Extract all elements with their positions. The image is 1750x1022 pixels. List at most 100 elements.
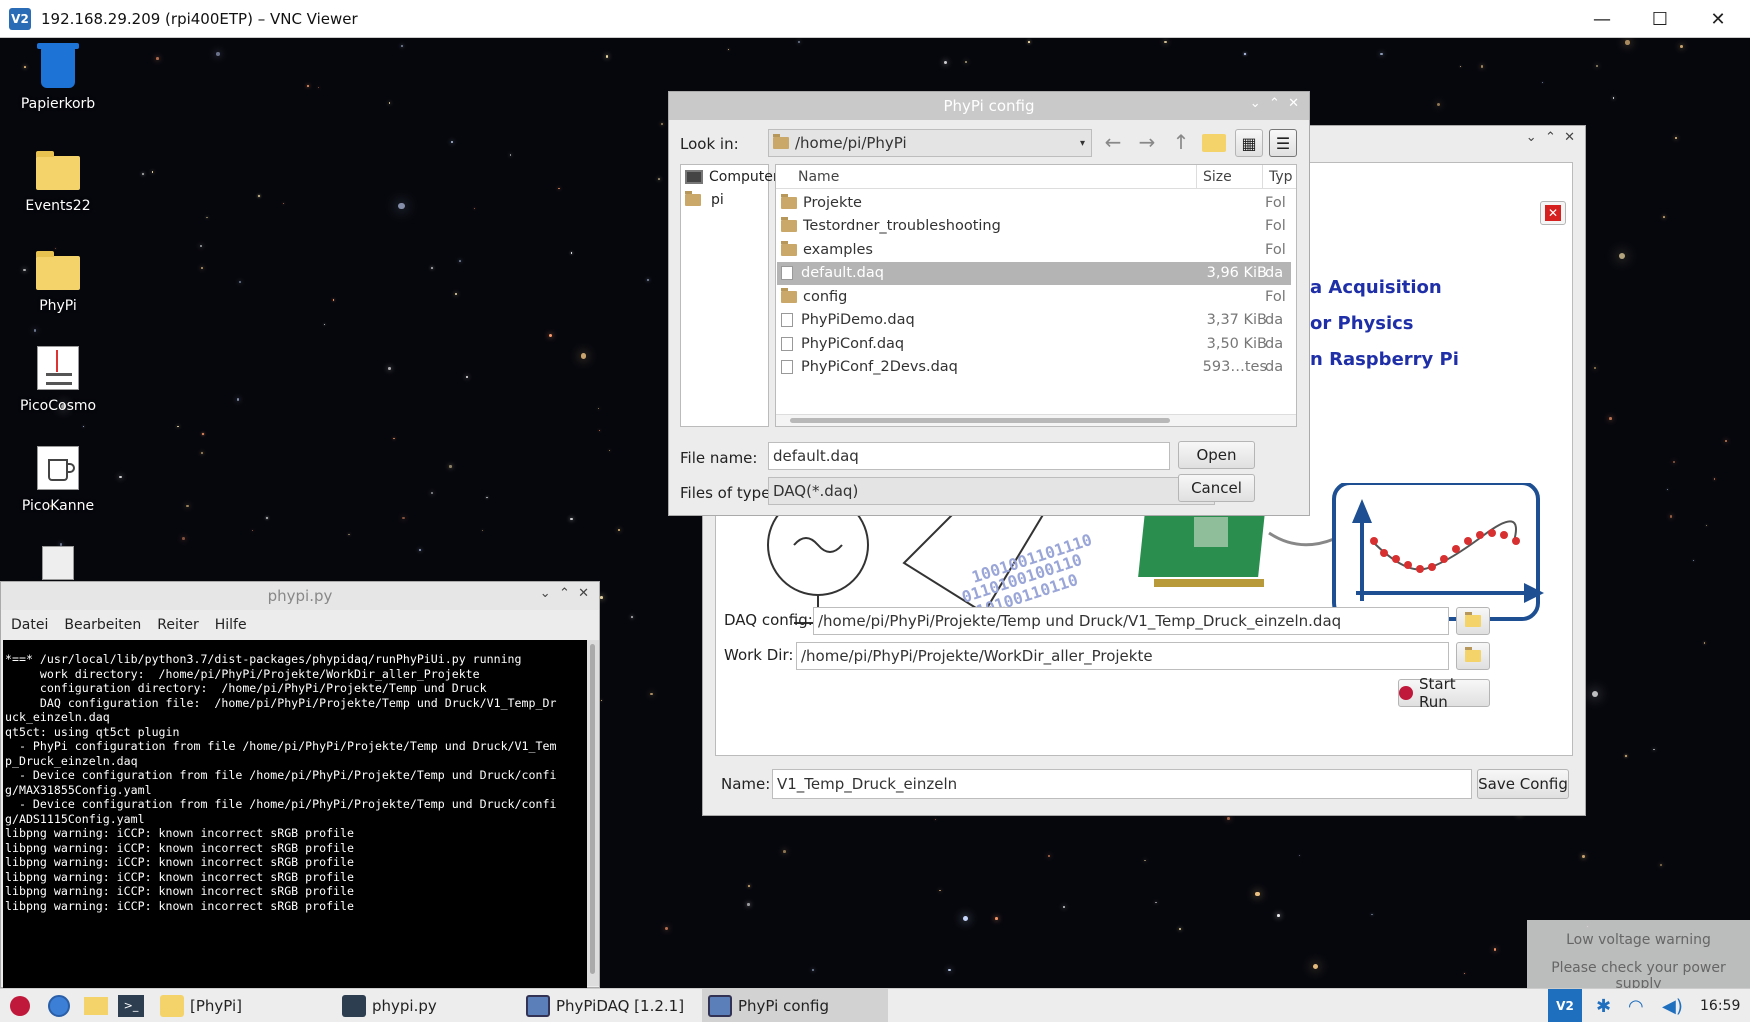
taskbar-item-phypi-config[interactable]: PhyPi config (702, 989, 888, 1022)
desktop-icon-picocosmo[interactable]: PicoCosmo (8, 346, 108, 414)
name-field[interactable]: V1_Temp_Druck_einzeln (772, 769, 1472, 799)
back-icon[interactable]: ← (1099, 130, 1127, 156)
look-in-combo[interactable]: /home/pi/PhyPi ▾ (768, 129, 1092, 157)
desktop-icon-papierkorb[interactable]: Papierkorb (8, 43, 108, 112)
terminal-output[interactable]: *==* /usr/local/lib/python3.7/dist-packa… (3, 640, 587, 988)
star (995, 917, 998, 920)
star (1460, 65, 1462, 67)
new-folder-icon[interactable] (1202, 134, 1226, 152)
star (459, 260, 462, 263)
star (600, 596, 603, 599)
raspberry-menu-icon[interactable] (10, 989, 30, 1022)
file-row[interactable]: PhyPiDemo.daq 3,37 KiB da (777, 309, 1291, 332)
file-row[interactable]: default.daq 3,96 KiB da (777, 261, 1291, 285)
save-config-button[interactable]: Save Config (1477, 769, 1569, 799)
star (558, 187, 561, 190)
desktop-icon-phypi[interactable]: PhyPi (8, 250, 108, 314)
icon-view-icon[interactable]: ▦ (1235, 129, 1263, 157)
volume-icon[interactable]: ◀) (1662, 989, 1683, 1022)
terminal-scrollbar[interactable] (587, 640, 599, 986)
star (570, 517, 573, 520)
low-voltage-notification[interactable]: Low voltage warning Please check your po… (1527, 920, 1750, 992)
maximize-icon[interactable]: ☐ (1631, 0, 1689, 38)
taskbar-item-phypi[interactable]: [PhyPi] (160, 989, 242, 1022)
star (119, 475, 122, 479)
file-icon (781, 360, 793, 374)
star (186, 504, 190, 508)
work-dir-label: Work Dir: (724, 646, 794, 664)
menu-bearbeiten[interactable]: Bearbeiten (64, 617, 141, 633)
file-row[interactable]: PhyPiConf_2Devs.daq 593…tes da (777, 356, 1291, 379)
dialog-window-controls[interactable]: ⌄ ⌃ ✕ (1250, 96, 1299, 111)
taskbar-item-phypidaq[interactable]: PhyPiDAQ [1.2.1] (526, 989, 684, 1022)
computer-icon (685, 170, 703, 184)
star (239, 280, 242, 283)
column-header-type[interactable]: Typ (1262, 165, 1293, 189)
forward-icon[interactable]: → (1133, 130, 1161, 156)
places-item-computer[interactable]: Computer (685, 169, 779, 185)
star (665, 927, 669, 931)
places-item-pi[interactable]: pi (685, 191, 724, 208)
up-icon[interactable]: ↑ (1167, 130, 1195, 156)
browse-work-dir-button[interactable] (1456, 642, 1490, 670)
file-size: 3,37 KiB (1206, 312, 1267, 328)
star (418, 548, 421, 551)
menu-hilfe[interactable]: Hilfe (215, 617, 247, 633)
terminal-icon[interactable]: >_ (118, 989, 144, 1022)
folder-icon (36, 151, 80, 190)
daq-config-field[interactable]: /home/pi/PhyPi/Projekte/Temp und Druck/V… (813, 607, 1449, 635)
star (177, 425, 180, 428)
column-header-name[interactable]: Name (798, 169, 839, 185)
desktop-icon-picokanne[interactable]: PicoKanne (8, 446, 108, 514)
file-row[interactable]: examples Fol (777, 238, 1291, 261)
start-run-button[interactable]: Start Run (1398, 675, 1490, 711)
minimize-icon[interactable]: — (1573, 0, 1631, 38)
star (1464, 973, 1466, 975)
star (747, 903, 750, 906)
browse-daq-config-button[interactable] (1456, 607, 1490, 635)
terminal-window-controls[interactable]: ⌄ ⌃ ✕ (540, 586, 589, 601)
look-in-value: /home/pi/PhyPi (795, 134, 907, 152)
file-row[interactable]: Testordner_troubleshooting Fol (777, 215, 1291, 238)
menu-reiter[interactable]: Reiter (157, 617, 198, 633)
horizontal-scrollbar[interactable] (776, 414, 1296, 426)
star (388, 101, 391, 104)
work-dir-field[interactable]: /home/pi/PhyPi/Projekte/WorkDir_aller_Pr… (796, 642, 1449, 670)
phypidaq-window-controls[interactable]: ⌄ ⌃ ✕ (1526, 130, 1575, 145)
file-row[interactable]: Projekte Fol (777, 191, 1291, 214)
dialog-title: PhyPi config (943, 97, 1035, 115)
file-manager-icon[interactable] (84, 989, 108, 1022)
files-of-type-combo[interactable]: DAQ(*.daq) ▾ (768, 477, 1215, 505)
document-icon[interactable] (42, 546, 74, 580)
app-icon (37, 446, 79, 490)
terminal-title-bar: phypi.py ⌄ ⌃ ✕ (1, 582, 599, 610)
detail-view-icon[interactable]: ☰ (1269, 129, 1297, 157)
close-icon[interactable]: ✕ (1689, 0, 1747, 38)
window-icon (708, 995, 732, 1017)
file-row[interactable]: config Fol (777, 285, 1291, 308)
file-row[interactable]: PhyPiConf.daq 3,50 KiB da (777, 332, 1291, 355)
taskbar: >_ [PhyPi] phypi.py PhyPiDAQ [1.2.1] Phy… (0, 988, 1750, 1022)
star (609, 450, 611, 452)
bluetooth-icon[interactable]: ✱ (1596, 989, 1611, 1022)
column-header-size[interactable]: Size (1196, 165, 1232, 189)
file-name-field[interactable]: default.daq (768, 442, 1170, 470)
desktop-icon-events22[interactable]: Events22 (8, 150, 108, 214)
star (658, 177, 660, 180)
star (348, 534, 350, 536)
taskbar-item-phypi-py[interactable]: phypi.py (342, 989, 437, 1022)
open-button[interactable]: Open (1178, 441, 1255, 469)
phypi-config-dialog: PhyPi config ⌄ ⌃ ✕ Look in: /home/pi/Phy… (668, 91, 1310, 516)
folder-icon (36, 251, 80, 290)
star (1276, 913, 1280, 917)
folder-icon (781, 217, 797, 232)
vnc-tray-icon[interactable]: V2 (1548, 989, 1582, 1022)
star (1706, 524, 1708, 526)
menu-datei[interactable]: Datei (11, 617, 48, 633)
close-icon[interactable]: ✕ (1540, 201, 1566, 225)
file-type: Fol (1265, 288, 1286, 305)
wifi-icon[interactable]: ◠ (1628, 989, 1644, 1022)
star (1660, 864, 1663, 867)
cancel-button[interactable]: Cancel (1178, 474, 1255, 502)
browser-icon[interactable] (48, 989, 70, 1022)
